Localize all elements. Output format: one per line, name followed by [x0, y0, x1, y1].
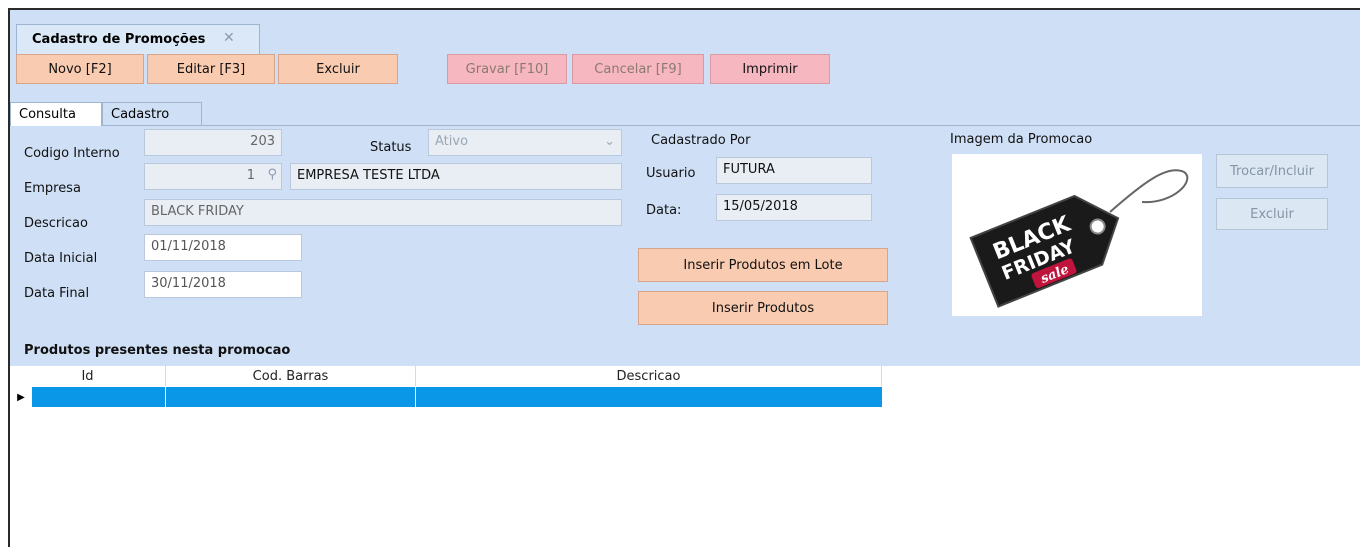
- chevron-down-icon: ⌄: [604, 134, 615, 149]
- column-cod-barras[interactable]: Cod. Barras: [166, 366, 416, 386]
- empresa-label: Empresa: [24, 181, 81, 196]
- descricao-label: Descricao: [24, 216, 88, 231]
- column-descricao[interactable]: Descricao: [416, 366, 882, 386]
- black-friday-tag-icon: BLACK FRIDAY sale: [969, 169, 1189, 308]
- search-icon[interactable]: ⚲: [267, 167, 277, 182]
- status-value: Ativo: [435, 134, 469, 149]
- insert-products-button[interactable]: Inserir Produtos: [638, 291, 888, 325]
- table-row[interactable]: [32, 387, 882, 407]
- products-section-title: Produtos presentes nesta promocao: [24, 343, 291, 358]
- usuario-label: Usuario: [646, 166, 696, 181]
- save-button[interactable]: Gravar [F10]: [447, 54, 567, 84]
- data-cadastro-label: Data:: [646, 203, 682, 218]
- window-frame: Cadastro de Promoções ✕ Novo [F2] Editar…: [8, 8, 1360, 549]
- cell-descricao[interactable]: [416, 387, 882, 407]
- delete-image-button[interactable]: Excluir: [1216, 198, 1328, 230]
- products-grid[interactable]: Id Cod. Barras Descricao ▶: [10, 366, 1360, 549]
- empresa-name-field: EMPRESA TESTE LTDA: [290, 163, 622, 190]
- print-button[interactable]: Imprimir: [710, 54, 830, 84]
- edit-button[interactable]: Editar [F3]: [147, 54, 275, 84]
- data-inicial-field[interactable]: 01/11/2018: [144, 234, 302, 261]
- status-select[interactable]: Ativo ⌄: [428, 129, 622, 156]
- data-final-label: Data Final: [24, 286, 90, 301]
- promo-image: BLACK FRIDAY sale: [952, 154, 1202, 316]
- cadastrado-title: Cadastrado Por: [651, 133, 751, 148]
- status-label: Status: [370, 140, 412, 155]
- cancel-button[interactable]: Cancelar [F9]: [572, 54, 704, 84]
- codigo-field[interactable]: 203: [144, 129, 282, 156]
- tab-consulta[interactable]: Consulta: [10, 102, 102, 126]
- replace-image-button[interactable]: Trocar/Incluir: [1216, 154, 1328, 188]
- new-button[interactable]: Novo [F2]: [16, 54, 144, 84]
- codigo-label: Codigo Interno: [24, 146, 120, 161]
- empresa-code-field[interactable]: 1 ⚲: [144, 163, 282, 190]
- tab-cadastro[interactable]: Cadastro: [102, 102, 202, 126]
- data-final-field[interactable]: 30/11/2018: [144, 271, 302, 298]
- data-cadastro-field: 15/05/2018: [716, 194, 872, 221]
- cell-cod-barras[interactable]: [166, 387, 416, 407]
- usuario-field: FUTURA: [716, 157, 872, 184]
- imagem-title: Imagem da Promocao: [950, 132, 1093, 147]
- subtab-bar: Consulta Cadastro: [10, 100, 1360, 126]
- descricao-field[interactable]: BLACK FRIDAY: [144, 199, 622, 226]
- delete-button[interactable]: Excluir: [278, 54, 398, 84]
- row-indicator-icon: ▶: [10, 387, 32, 407]
- column-id[interactable]: Id: [10, 366, 166, 386]
- cell-id[interactable]: [32, 387, 166, 407]
- close-tab-icon[interactable]: ✕: [223, 30, 235, 46]
- document-tab-label: Cadastro de Promoções: [32, 32, 206, 47]
- insert-products-batch-button[interactable]: Inserir Produtos em Lote: [638, 248, 888, 282]
- data-inicial-label: Data Inicial: [24, 251, 98, 266]
- empresa-code: 1: [246, 168, 255, 183]
